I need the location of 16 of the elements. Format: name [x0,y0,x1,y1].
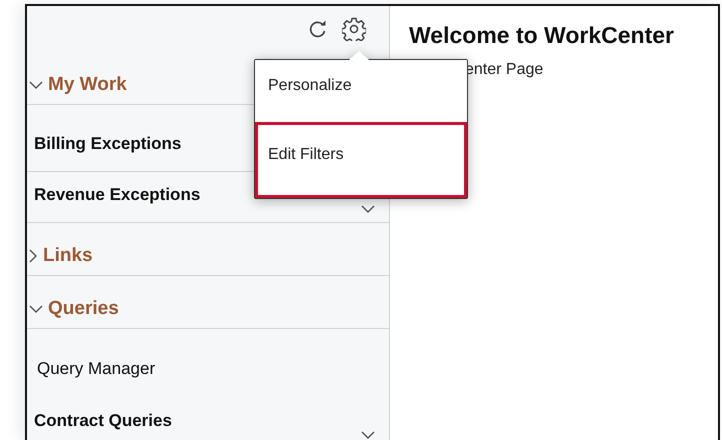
chevron-down-icon[interactable] [361,205,375,214]
menu-item[interactable]: Edit Filters [255,122,467,198]
page-title: Welcome to WorkCenter [409,22,675,49]
section-header[interactable]: My Work [27,74,127,96]
nav-item[interactable]: Billing Exceptions [34,134,182,154]
section-header[interactable]: Queries [27,298,119,320]
settings-icon[interactable] [342,17,366,41]
nav-item[interactable]: Contract Queries [34,411,172,431]
section-header[interactable]: Links [27,245,93,267]
refresh-icon[interactable] [308,19,328,39]
chevron-down-icon [29,304,43,314]
nav-item[interactable]: Query Manager [37,358,156,378]
nav-item[interactable]: Revenue Exceptions [34,185,200,205]
chevron-right-icon [29,249,38,263]
chevron-down-icon [29,80,43,90]
chevron-down-icon[interactable] [361,431,375,440]
